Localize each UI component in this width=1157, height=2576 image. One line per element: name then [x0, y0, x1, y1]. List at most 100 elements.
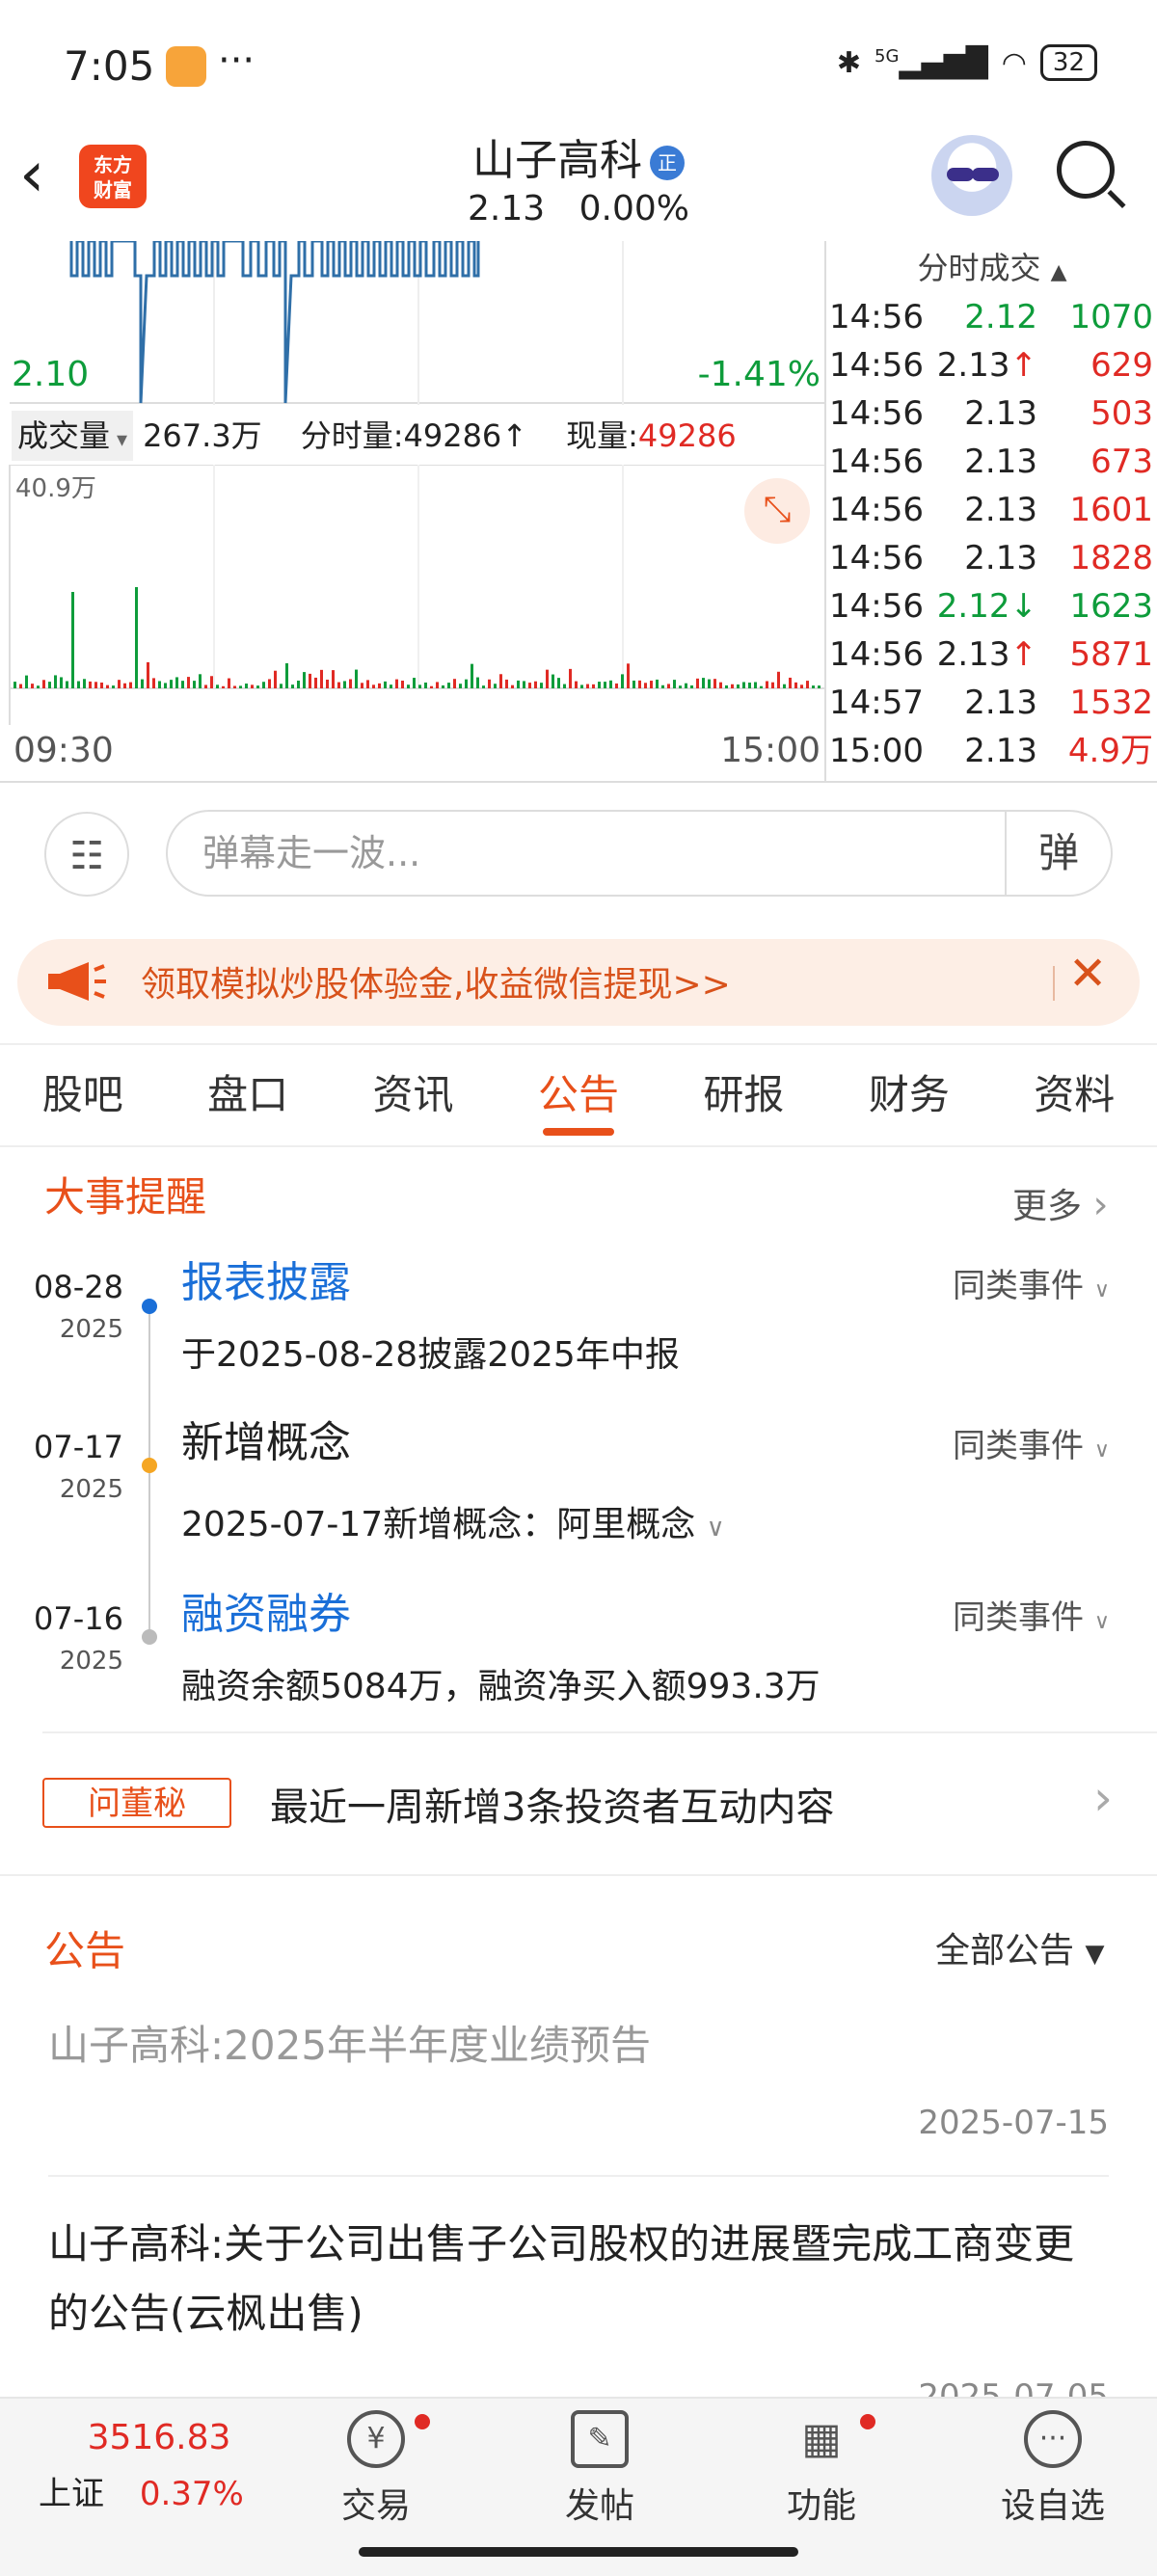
volume-bar [471, 663, 473, 688]
volume-bar [123, 683, 126, 688]
index-ticker[interactable]: 3516.83 上证 0.37% [39, 2418, 270, 2514]
event-title-link[interactable]: 融资融券 [181, 1579, 351, 1641]
dongmi-link[interactable]: 最近一周新增3条投资者互动内容 [270, 1776, 834, 1832]
robot-assistant-icon[interactable] [931, 135, 1012, 216]
event-desc[interactable]: 2025-07-17新增概念：阿里概念 ∨ [181, 1496, 725, 1546]
nav-trade[interactable]: ¥ 交易 [318, 2410, 434, 2528]
app-notification-icon [166, 46, 206, 87]
home-indicator[interactable] [359, 2547, 798, 2557]
danmaku-input[interactable]: 弹幕走一波... 弹 [166, 810, 1113, 897]
trade-price: 2.13 [964, 539, 1037, 577]
volume-bar [580, 684, 583, 688]
volume-bar [528, 683, 531, 688]
divider [42, 1731, 1157, 1733]
events-more-link[interactable]: 更多 › [1012, 1178, 1108, 1228]
volume-bar [632, 680, 635, 688]
volume-bar [818, 685, 821, 688]
trade-price: 2.13 [964, 684, 1037, 722]
volume-bar [297, 680, 300, 688]
tab-caiwu[interactable]: 财务 [826, 1045, 991, 1145]
time-start-label: 09:30 [13, 731, 114, 770]
volume-bar [586, 684, 589, 688]
volume-bar [262, 682, 265, 688]
wifi-icon: ◠ [1001, 45, 1027, 80]
volume-bar [442, 684, 444, 688]
volume-info-row: 成交量 ▾ 267.3万 分时量: 49286 ↑ 现量: 49286 [12, 411, 821, 461]
megaphone-icon [48, 962, 106, 1001]
timeline-dot [142, 1299, 157, 1314]
volume-bar [771, 682, 774, 688]
notices-filter-dropdown[interactable]: 全部公告 ▼ [935, 1922, 1104, 1972]
volume-bar [644, 683, 647, 688]
nav-functions[interactable]: ▦ 功能 [764, 2410, 879, 2528]
search-icon[interactable] [1057, 141, 1115, 199]
nav-watchlist[interactable]: ··· 设自选 [985, 2410, 1120, 2528]
tab-bar: 股吧 盘口 资讯 公告 研报 财务 资料 [0, 1043, 1157, 1147]
close-icon[interactable]: ✕ [1068, 947, 1107, 1001]
tab-gonggao[interactable]: 公告 [496, 1045, 660, 1145]
tab-ziliao[interactable]: 资料 [992, 1045, 1157, 1145]
trade-time: 14:56 [829, 539, 924, 577]
status-bar: 7:05 ··· ✱ 5G▂▄▆█ ◠ 32 [0, 0, 1157, 125]
trade-time: 14:56 [829, 394, 924, 433]
tab-yanbao[interactable]: 研报 [661, 1045, 826, 1145]
trade-price: 2.13 [964, 491, 1037, 529]
event-title-link[interactable]: 报表披露 [181, 1248, 351, 1309]
same-events-dropdown[interactable]: 同类事件 ∨ [953, 1591, 1110, 1638]
volume-bar [638, 680, 641, 688]
volume-bar [482, 685, 485, 688]
divider [0, 1874, 1157, 1876]
volume-bar [187, 677, 190, 688]
price-change: 0.00% [578, 189, 689, 228]
volume-bar [407, 684, 410, 688]
stock-name: 山子高科 [472, 136, 642, 185]
more-label: 更多 [1012, 1187, 1083, 1226]
tab-guba[interactable]: 股吧 [0, 1045, 165, 1145]
tab-pankou[interactable]: 盘口 [165, 1045, 330, 1145]
volume-selector[interactable]: 成交量 ▾ [12, 411, 134, 461]
same-events-label: 同类事件 [953, 1267, 1084, 1305]
danmaku-list-icon[interactable]: ☷ [44, 812, 129, 897]
tab-zixun[interactable]: 资讯 [331, 1045, 496, 1145]
volume-bar [366, 680, 369, 688]
volume-bar [280, 684, 283, 688]
trade-volume: 673 [1090, 443, 1153, 481]
volume-bar-chart [9, 465, 824, 725]
volume-bar [783, 684, 786, 688]
volume-bar [251, 684, 254, 688]
danmaku-toggle-button[interactable]: 弹 [1005, 812, 1111, 895]
promo-banner[interactable]: 领取模拟炒股体验金,收益微信提现>> ✕ [17, 939, 1140, 1026]
volume-bar [71, 592, 74, 688]
volume-bar [650, 681, 653, 688]
status-time: 7:05 [64, 42, 155, 90]
trade-list-header[interactable]: 分时成交 ▲ [827, 241, 1157, 293]
low-price-label: 2.10 [12, 355, 90, 394]
danmaku-placeholder: 弹幕走一波... [202, 832, 421, 874]
trade-price: 2.13 [964, 443, 1037, 481]
events-title: 大事提醒 [44, 1173, 207, 1221]
chevron-right-icon[interactable]: › [1093, 1770, 1113, 1826]
volume-bar [291, 684, 294, 688]
notice-item[interactable]: 山子高科:关于公司出售子公司股权的进展暨完成工商变更的公告(云枫出售) [48, 2210, 1109, 2348]
volume-bar [239, 685, 242, 688]
same-events-dropdown[interactable]: 同类事件 ∨ [953, 1259, 1110, 1306]
index-name: 上证 [39, 2475, 104, 2513]
volume-bar [713, 679, 716, 688]
same-events-dropdown[interactable]: 同类事件 ∨ [953, 1419, 1110, 1466]
event-year: 2025 [59, 1647, 123, 1676]
timeline-dot [142, 1458, 157, 1473]
expand-chart-icon[interactable]: ⤡ [744, 478, 810, 544]
volume-bar [661, 684, 664, 688]
volume-bar [413, 678, 416, 688]
nav-post[interactable]: ✎ 发帖 [542, 2410, 658, 2528]
volume-bar [94, 682, 97, 688]
trade-row: 14:56 2.12↓ 1623 [827, 582, 1157, 631]
intraday-chart[interactable]: 2.10 -1.41% 成交量 ▾ 267.3万 分时量: 49286 ↑ 现量… [0, 241, 824, 781]
trade-list[interactable]: 分时成交 ▲ 14:56 2.12 1070 14:56 2.13↑ 629 14:56 2.… [827, 241, 1157, 775]
volume-value: 267.3万 [143, 417, 262, 454]
notice-item[interactable]: 山子高科:2025年半年度业绩预告 [48, 2011, 1109, 2080]
volume-bar [667, 684, 670, 688]
volume-bar [540, 683, 543, 688]
low-pct-label: -1.41% [697, 355, 821, 394]
volume-bar [355, 669, 358, 688]
